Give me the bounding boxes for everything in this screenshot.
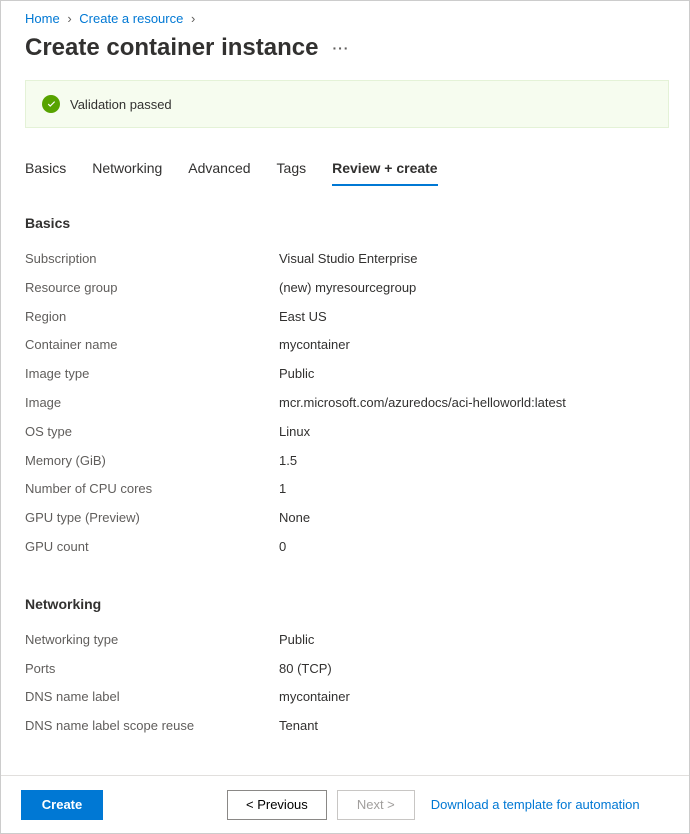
row-dns-name-label: DNS name labelmycontainer — [25, 683, 669, 712]
tab-networking[interactable]: Networking — [92, 156, 162, 186]
row-os-type: OS typeLinux — [25, 418, 669, 447]
breadcrumb-create-resource[interactable]: Create a resource — [79, 11, 183, 26]
create-button[interactable]: Create — [21, 790, 103, 820]
tab-advanced[interactable]: Advanced — [188, 156, 250, 186]
row-ports: Ports80 (TCP) — [25, 655, 669, 684]
row-region: RegionEast US — [25, 303, 669, 332]
page-title: Create container instance ··· — [25, 34, 669, 62]
more-icon[interactable]: ··· — [332, 40, 349, 56]
breadcrumb-home[interactable]: Home — [25, 11, 60, 26]
section-title-basics: Basics — [25, 215, 669, 231]
section-title-networking: Networking — [25, 596, 669, 612]
tab-tags[interactable]: Tags — [277, 156, 307, 186]
next-button: Next > — [337, 790, 415, 820]
tab-basics[interactable]: Basics — [25, 156, 66, 186]
page-title-text: Create container instance — [25, 34, 318, 62]
row-image: Imagemcr.microsoft.com/azuredocs/aci-hel… — [25, 389, 669, 418]
row-memory: Memory (GiB)1.5 — [25, 447, 669, 476]
row-subscription: SubscriptionVisual Studio Enterprise — [25, 245, 669, 274]
row-cpu-cores: Number of CPU cores1 — [25, 475, 669, 504]
tabs: Basics Networking Advanced Tags Review +… — [25, 156, 669, 187]
row-container-name: Container namemycontainer — [25, 331, 669, 360]
row-dns-scope-reuse: DNS name label scope reuseTenant — [25, 712, 669, 741]
check-circle-icon — [42, 95, 60, 113]
tab-review-create[interactable]: Review + create — [332, 156, 437, 186]
breadcrumb: Home › Create a resource › — [25, 11, 669, 26]
row-resource-group: Resource group(new) myresourcegroup — [25, 274, 669, 303]
chevron-right-icon: › — [191, 11, 195, 26]
footer-bar: Create < Previous Next > Download a temp… — [1, 775, 689, 833]
validation-banner: Validation passed — [25, 80, 669, 128]
row-gpu-type: GPU type (Preview)None — [25, 504, 669, 533]
previous-button[interactable]: < Previous — [227, 790, 327, 820]
row-image-type: Image typePublic — [25, 360, 669, 389]
row-networking-type: Networking typePublic — [25, 626, 669, 655]
section-basics: Basics SubscriptionVisual Studio Enterpr… — [25, 215, 669, 562]
download-template-link[interactable]: Download a template for automation — [431, 797, 640, 812]
chevron-right-icon: › — [67, 11, 71, 26]
validation-message: Validation passed — [70, 97, 172, 112]
section-networking: Networking Networking typePublic Ports80… — [25, 596, 669, 741]
row-gpu-count: GPU count0 — [25, 533, 669, 562]
